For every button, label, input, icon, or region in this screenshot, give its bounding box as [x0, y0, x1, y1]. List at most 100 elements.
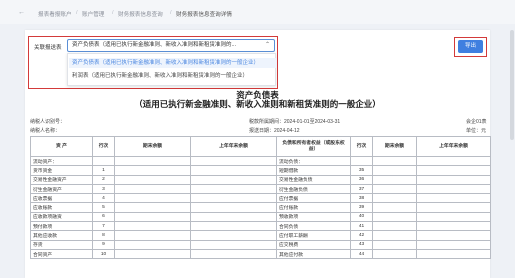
column-header: 行次	[92, 136, 115, 157]
table-cell: 交易性金融资产	[30, 174, 93, 185]
table-cell	[372, 239, 417, 250]
table-cell: 44	[350, 248, 373, 260]
table-cell: 40	[350, 211, 373, 223]
table-cell	[372, 155, 417, 167]
table-cell: 衍生金融资产	[30, 183, 93, 195]
table-cell: 38	[350, 193, 373, 204]
table-cell	[372, 193, 417, 204]
table-cell: 应收票据	[30, 193, 93, 204]
table-cell	[114, 193, 191, 204]
select-value: 资产负债表（适用已执行新金融准则、新收入准则和新租赁准则的...	[72, 42, 237, 48]
table-cell	[114, 239, 191, 250]
table-cell: 衍生金融负债	[276, 183, 351, 195]
table-cell	[190, 221, 277, 232]
table-row: 货币资金 1 短期借款 35	[30, 165, 491, 176]
table-cell: 预付款项	[30, 221, 93, 232]
table-cell: 4	[92, 193, 115, 204]
table-cell: 合同负债	[276, 221, 351, 232]
table-cell	[92, 155, 115, 167]
breadcrumb-current: 财务报表信息查询详情	[176, 12, 232, 18]
table-cell: 39	[350, 202, 373, 213]
export-button[interactable]: 导出	[458, 40, 483, 53]
table-row: 合同资产 10 其他应付款 44	[30, 248, 491, 260]
table-cell	[372, 174, 417, 185]
column-header: 上年年末余额	[190, 136, 277, 157]
table-cell: 37	[350, 183, 373, 195]
back-arrow-icon[interactable]: ←	[18, 9, 25, 16]
taxpayer-id-label: 纳税人识别号：	[30, 119, 66, 125]
table-cell: 其他应收款	[30, 230, 93, 241]
breadcrumb: ← 报表看报账户 / 账户管理 / 财务报表信息查询 / 财务报表信息查询详情	[0, 0, 515, 24]
table-cell: 应交税费	[276, 239, 351, 250]
table-cell	[190, 248, 277, 260]
table-cell: 1	[92, 165, 115, 176]
report-type-dropdown: 资产负债表（适用已执行新金融准则、新收入准则和新租赁准则的一般企业） 利润表（适…	[67, 53, 277, 86]
balance-sheet-table: 资 产行次 期末余额 上年年末余额 负债和所有者权益（或股东权益） 行次 期末余额 上年年末…	[30, 136, 491, 260]
table-cell: 应收款项融资	[30, 211, 93, 223]
table-cell	[372, 165, 417, 176]
table-row: 衍生金融资产 3 衍生金融负债 37	[30, 183, 491, 195]
column-header: 负债和所有者权益（或股东权益）	[276, 136, 351, 157]
report-type-select[interactable]: 资产负债表（适用已执行新金融准则、新收入准则和新租赁准则的... ⌃	[67, 39, 275, 52]
table-cell	[114, 165, 191, 176]
table-cell	[416, 174, 491, 185]
table-cell	[114, 155, 191, 167]
table-cell: 存货	[30, 239, 93, 250]
breadcrumb-item[interactable]: 财务报表信息查询	[118, 10, 163, 18]
table-cell: 10	[92, 248, 115, 260]
table-cell: 预收款项	[276, 211, 351, 223]
table-cell	[114, 183, 191, 195]
report-subtitle: （适用已执行新金融准则、新收入准则和新租赁准则的一般企业）	[134, 99, 381, 109]
table-cell	[114, 221, 191, 232]
table-cell	[416, 202, 491, 213]
table-cell: 43	[350, 239, 373, 250]
table-cell: 9	[92, 239, 115, 250]
dropdown-option-balance-sheet[interactable]: 资产负债表（适用已执行新金融准则、新收入准则和新租赁准则的一般企业）	[69, 58, 277, 68]
table-cell	[190, 165, 277, 176]
form-code: 会企01表	[466, 119, 487, 125]
table-cell	[190, 202, 277, 213]
table-row: 应收款项融资 6 预收款项 40	[30, 211, 491, 223]
column-header: 上年年末余额	[416, 136, 491, 157]
breadcrumb-separator: /	[170, 10, 172, 16]
breadcrumb-item[interactable]: 报表看报账户	[38, 10, 72, 18]
table-cell: 合同资产	[30, 248, 93, 260]
table-row: 交易性金融资产 2 交易性金融负债 36	[30, 174, 491, 185]
table-cell	[416, 239, 491, 250]
table-cell	[416, 183, 491, 195]
column-header: 期末余额	[114, 136, 191, 157]
scrollbar[interactable]	[510, 30, 514, 140]
table-row: 应收票据 4 应付票据 38	[30, 193, 491, 204]
table-cell: 7	[92, 221, 115, 232]
column-header: 资 产	[30, 136, 93, 157]
table-cell: 流动负债：	[276, 155, 351, 167]
breadcrumb-separator: /	[76, 10, 78, 16]
breadcrumb-item[interactable]: 账户管理	[82, 10, 104, 18]
table-cell: 流动资产：	[30, 155, 93, 167]
table-cell: 35	[350, 165, 373, 176]
table-cell: 36	[350, 174, 373, 185]
table-cell	[372, 211, 417, 223]
table-cell	[416, 193, 491, 204]
table-cell	[416, 221, 491, 232]
table-cell	[416, 230, 491, 241]
table-row: 应收账款 5 应付账款 39	[30, 202, 491, 213]
table-cell	[372, 202, 417, 213]
table-row: 其他应收款 8 应付职工薪酬 42	[30, 230, 491, 241]
table-cell: 8	[92, 230, 115, 241]
table-cell: 短期借款	[276, 165, 351, 176]
table-cell	[190, 211, 277, 223]
table-cell	[416, 211, 491, 223]
table-cell	[190, 183, 277, 195]
table-cell: 货币资金	[30, 165, 93, 176]
table-cell	[372, 230, 417, 241]
table-cell	[372, 183, 417, 195]
table-cell: 6	[92, 211, 115, 223]
table-cell	[190, 155, 277, 167]
table-cell: 应收账款	[30, 202, 93, 213]
period-label: 税款所属期间：2024-01-01至2024-03-31	[249, 119, 341, 125]
table-cell: 3	[92, 183, 115, 195]
dropdown-option-income-statement[interactable]: 利润表（适用已执行新金融准则、新收入准则和新租赁准则的一般企业）	[72, 71, 248, 81]
breadcrumb-separator: /	[112, 10, 114, 16]
table-cell	[416, 165, 491, 176]
